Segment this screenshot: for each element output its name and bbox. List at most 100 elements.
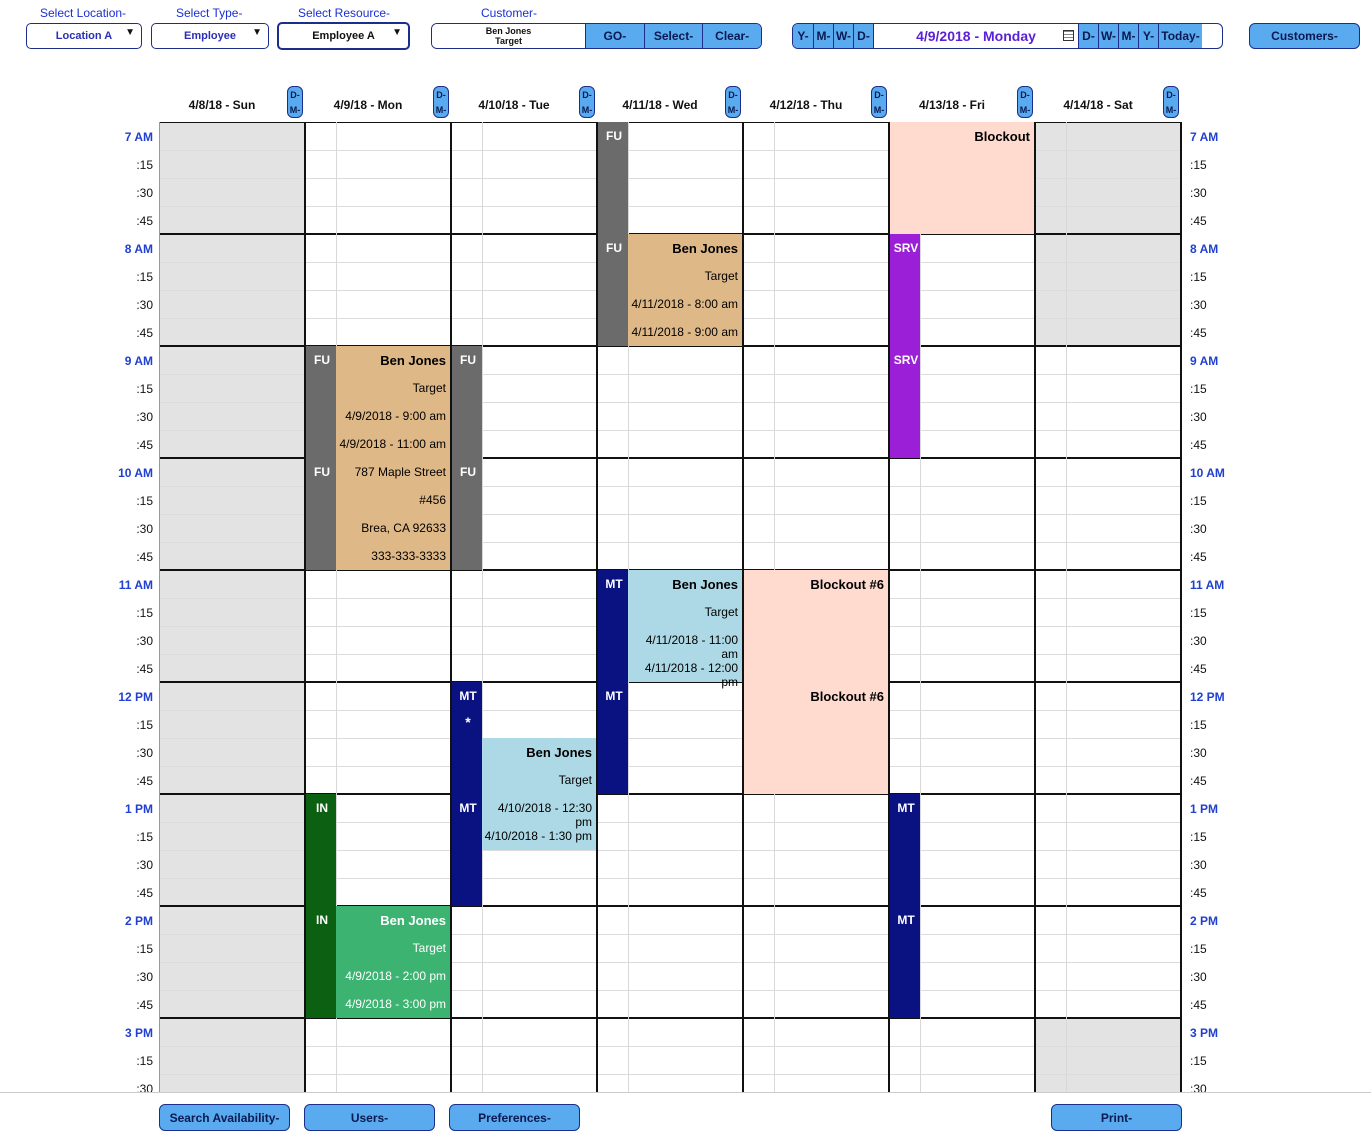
fri-meeting-tag-block[interactable]: MT MT xyxy=(890,794,920,1018)
month-view-link: M- xyxy=(873,104,885,115)
fri-service-tag-block[interactable]: SRV SRV xyxy=(890,234,920,458)
day-view-link: D- xyxy=(874,89,884,100)
prev-year-button[interactable]: Y- xyxy=(793,24,813,48)
footer-divider xyxy=(0,1092,1371,1093)
mon-followup-event[interactable]: Ben Jones Target 4/9/2018 - 9:00 am 4/9/… xyxy=(336,346,450,570)
today-button[interactable]: Today- xyxy=(1158,24,1202,48)
column-divider xyxy=(159,122,160,1092)
tag-label: FU xyxy=(460,353,476,367)
event-start: 4/10/2018 - 12:30 pm xyxy=(497,801,592,829)
next-month-button[interactable]: M- xyxy=(1118,24,1138,48)
wed-followup-event[interactable]: Ben Jones Target 4/11/2018 - 8:00 am 4/1… xyxy=(628,234,742,346)
quarter-line xyxy=(160,1074,1182,1075)
prev-week-button[interactable]: W- xyxy=(833,24,853,48)
time-label-right: :45 xyxy=(1190,550,1207,564)
time-label-right: :45 xyxy=(1190,214,1207,228)
lane-divider xyxy=(482,122,483,1092)
day-view-link: D- xyxy=(582,89,592,100)
tag-label: FU xyxy=(314,465,330,479)
time-label-left: :30 xyxy=(136,634,153,648)
resource-dropdown[interactable]: Employee A ▼ xyxy=(277,22,410,50)
select-button[interactable]: Select- xyxy=(643,24,703,48)
day-header-sat: 4/14/18 - Sat xyxy=(1063,98,1133,112)
time-label-left: 3 PM xyxy=(124,1026,153,1040)
type-dropdown[interactable]: Employee ▼ xyxy=(151,23,269,49)
time-label-right: :15 xyxy=(1190,270,1207,284)
time-label-left: 11 AM xyxy=(118,578,153,592)
day-view-link: D- xyxy=(290,89,300,100)
day-toggle-thu[interactable]: D- M- xyxy=(871,86,887,118)
mon-interview-tag-block[interactable]: IN IN xyxy=(306,794,336,1018)
event-customer: Ben Jones xyxy=(380,353,446,368)
tue-meeting-tag-block[interactable]: MT * MT xyxy=(452,682,482,906)
print-button[interactable]: Print- xyxy=(1051,1104,1182,1131)
next-week-button[interactable]: W- xyxy=(1098,24,1118,48)
calendar-grid: 7 AM 7 AM:15:15:30:30:45:45 8 AM 8 AM:15:15… xyxy=(0,122,1371,1092)
mon-interview-event[interactable]: Ben Jones Target 4/9/2018 - 2:00 pm 4/9/… xyxy=(336,906,450,1018)
day-toggle-fri[interactable]: D- M- xyxy=(1017,86,1033,118)
time-label-right: 10 AM xyxy=(1190,466,1225,480)
day-toggle-sun[interactable]: D- M- xyxy=(287,86,303,118)
time-label-left: 1 PM xyxy=(124,802,153,816)
day-view-link: D- xyxy=(436,89,446,100)
next-day-button[interactable]: D- xyxy=(1078,24,1098,48)
wed-meeting-tag-block[interactable]: MT MT xyxy=(598,570,628,794)
preferences-button[interactable]: Preferences- xyxy=(449,1104,580,1131)
time-label-right: :15 xyxy=(1190,942,1207,956)
search-availability-button[interactable]: Search Availability- xyxy=(159,1104,290,1131)
time-label-left: :15 xyxy=(136,158,153,172)
date-nav-bar: Y- M- W- D- 4/9/2018 - Monday D- W- M- Y… xyxy=(792,23,1223,49)
lane-divider xyxy=(1066,122,1067,1092)
quarter-line xyxy=(160,766,1182,767)
time-label-left: :30 xyxy=(136,1082,153,1092)
customer-field[interactable]: Ben Jones Target xyxy=(432,24,586,48)
event-end: 4/11/2018 - 12:00 pm xyxy=(644,661,738,689)
dropdown-arrow-icon: ▼ xyxy=(252,27,262,38)
time-label-right: :15 xyxy=(1190,158,1207,172)
tag-label: SRV xyxy=(893,353,919,367)
wed-followup-tag-block[interactable]: FU FU xyxy=(598,122,628,346)
day-toggle-wed[interactable]: D- M- xyxy=(725,86,741,118)
customers-button[interactable]: Customers- xyxy=(1249,23,1360,49)
go-button[interactable]: GO- xyxy=(585,24,644,48)
time-label-left: :30 xyxy=(136,410,153,424)
date-field[interactable]: 4/9/2018 - Monday xyxy=(873,24,1078,48)
day-toggle-sat[interactable]: D- M- xyxy=(1163,86,1179,118)
tag-label: MT xyxy=(897,913,915,927)
time-label-left: 2 PM xyxy=(124,914,153,928)
day-toggle-tue[interactable]: D- M- xyxy=(579,86,595,118)
fri-blockout[interactable]: Blockout xyxy=(890,122,1034,234)
time-label-right: :45 xyxy=(1190,998,1207,1012)
wed-meeting-event[interactable]: Ben Jones Target 4/11/2018 - 11:00 am 4/… xyxy=(628,570,742,689)
location-dropdown[interactable]: Location A ▼ xyxy=(26,23,142,49)
clear-button[interactable]: Clear- xyxy=(702,24,761,48)
column-divider xyxy=(1034,122,1036,1092)
next-year-button[interactable]: Y- xyxy=(1138,24,1158,48)
month-view-link: M- xyxy=(1165,104,1177,115)
event-customer: Ben Jones xyxy=(526,745,592,760)
prev-month-button[interactable]: M- xyxy=(813,24,833,48)
time-label-right: :45 xyxy=(1190,886,1207,900)
calendar-icon[interactable] xyxy=(1063,30,1074,41)
tag-label: MT xyxy=(605,577,623,591)
time-label-left: :30 xyxy=(136,298,153,312)
time-label-left: :45 xyxy=(136,774,153,788)
event-unit: #456 xyxy=(419,493,446,507)
day-toggle-mon[interactable]: D- M- xyxy=(433,86,449,118)
time-label-right: :45 xyxy=(1190,774,1207,788)
users-button[interactable]: Users- xyxy=(304,1104,435,1131)
thu-blockout[interactable]: Blockout #6 Blockout #6 xyxy=(744,570,888,794)
month-view-link: M- xyxy=(581,104,593,115)
time-label-left: 7 AM xyxy=(124,130,153,144)
tue-followup-tag-block[interactable]: FU FU xyxy=(452,346,482,570)
prev-day-button[interactable]: D- xyxy=(853,24,873,48)
tag-label: MT xyxy=(459,801,477,815)
event-phone: 333-333-3333 xyxy=(371,549,446,563)
time-label-left: 8 AM xyxy=(124,242,153,256)
time-label-left: :45 xyxy=(136,438,153,452)
time-label-right: :30 xyxy=(1190,634,1207,648)
day-header-thu: 4/12/18 - Thu xyxy=(769,98,843,112)
tue-meeting-event[interactable]: Ben Jones Target 4/10/2018 - 12:30 pm 4/… xyxy=(482,738,596,850)
month-view-link: M- xyxy=(435,104,447,115)
mon-followup-tag-block[interactable]: FU FU xyxy=(306,346,336,570)
